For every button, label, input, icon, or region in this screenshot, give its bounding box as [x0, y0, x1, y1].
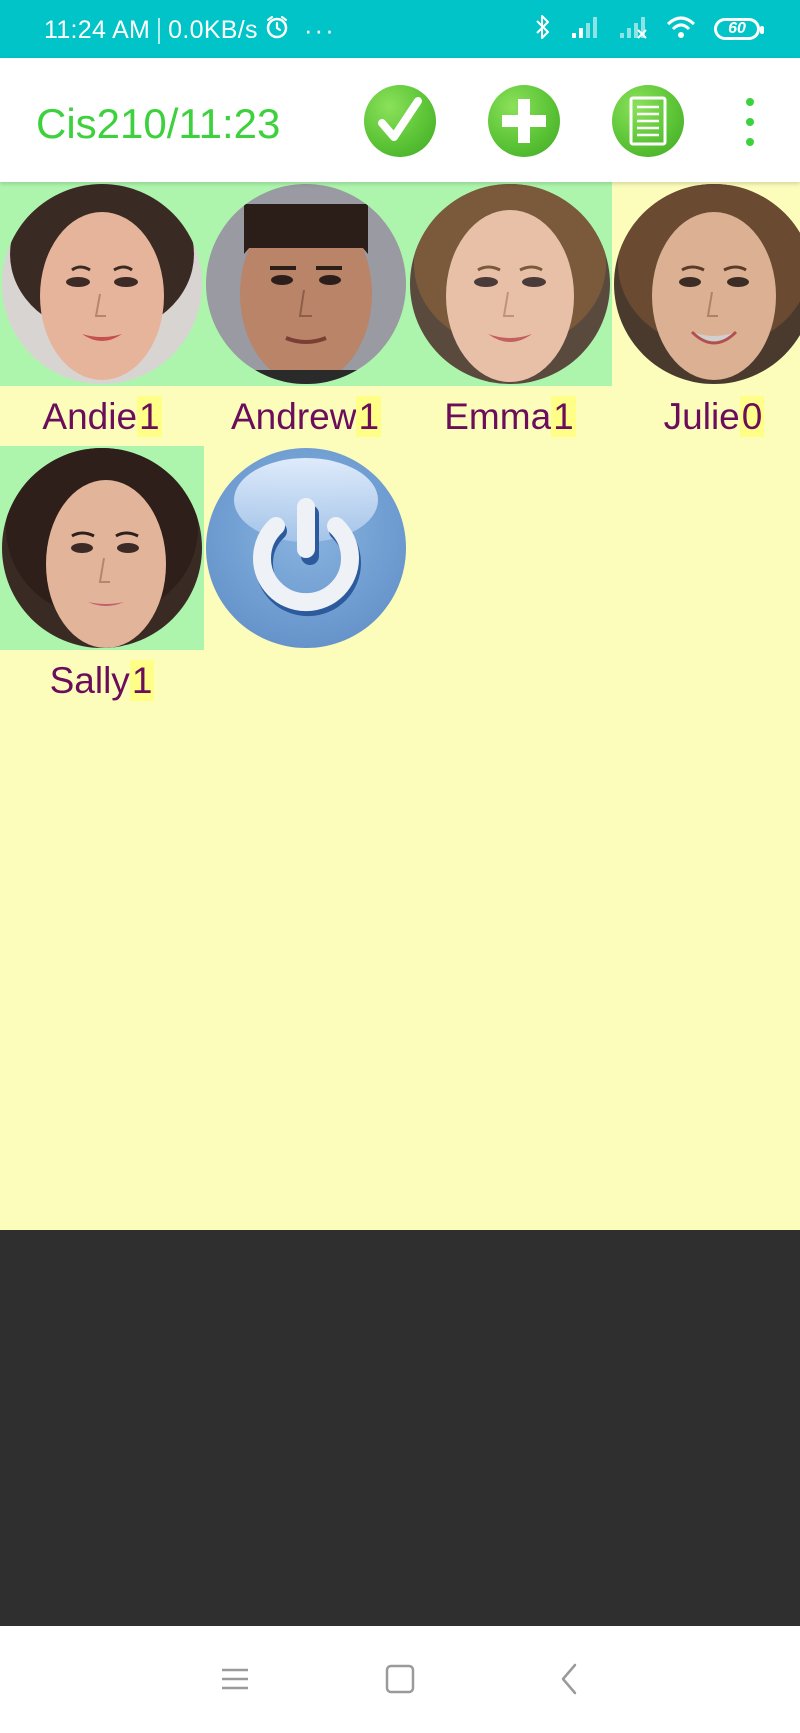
- status-bar: 11:24 AM 0.0KB/s ··· 60: [0, 0, 800, 58]
- student-grid: Andie1 Andrew1 Emma1 Julie0 Sally1: [0, 182, 800, 1230]
- student-tile-andie[interactable]: Andie1: [0, 182, 204, 446]
- home-square-icon: [385, 1664, 415, 1694]
- attendance-count: 0: [739, 396, 765, 437]
- student-photo: [614, 184, 800, 384]
- student-tile-julie[interactable]: Julie0: [612, 182, 800, 446]
- student-name: Andie: [42, 396, 138, 437]
- status-left: 11:24 AM 0.0KB/s ···: [44, 14, 336, 47]
- more-vert-icon[interactable]: [738, 98, 762, 146]
- battery-level: 60: [728, 20, 746, 37]
- list-icon: [629, 96, 667, 146]
- navigation-bar: [0, 1626, 800, 1733]
- bluetooth-icon: [534, 13, 552, 46]
- attendance-count: 1: [551, 396, 576, 437]
- check-button[interactable]: [364, 85, 436, 157]
- add-button[interactable]: [488, 85, 560, 157]
- power-button[interactable]: [206, 448, 406, 648]
- student-label: Andrew1: [204, 396, 408, 438]
- signal-no-service-icon: [618, 15, 648, 44]
- attendance-count: 1: [356, 396, 382, 437]
- add-icon: [502, 99, 546, 143]
- student-photo: [206, 184, 406, 384]
- student-name: Andrew: [230, 396, 357, 437]
- empty-area: [0, 1230, 800, 1626]
- student-name: Emma: [444, 396, 552, 437]
- more-notifications-indicator: ···: [303, 15, 336, 45]
- student-photo: [2, 184, 202, 384]
- student-tile-sally[interactable]: Sally1: [0, 446, 204, 710]
- class-title: Cis210/11:23: [36, 100, 281, 147]
- back-chevron-icon: [561, 1663, 577, 1695]
- status-time: 11:24 AM: [44, 16, 151, 44]
- home-button[interactable]: [375, 1654, 425, 1704]
- menu-icon: [222, 1668, 248, 1690]
- student-photo: [410, 184, 610, 384]
- check-icon: [378, 97, 422, 141]
- signal-icon: [570, 15, 600, 44]
- alarm-icon: [264, 14, 290, 47]
- student-name: Sally: [49, 660, 130, 701]
- student-tile-andrew[interactable]: Andrew1: [204, 182, 408, 446]
- student-label: Julie0: [612, 396, 800, 438]
- status-separator: [158, 17, 161, 44]
- list-button[interactable]: [612, 85, 684, 157]
- student-label: Sally1: [0, 660, 204, 702]
- student-tile-emma[interactable]: Emma1: [408, 182, 612, 446]
- back-button[interactable]: [544, 1654, 594, 1704]
- student-name: Julie: [663, 396, 740, 437]
- student-label: Andie1: [0, 396, 204, 438]
- attendance-count: 1: [129, 660, 155, 701]
- wifi-icon: [666, 15, 696, 44]
- attendance-count: 1: [137, 396, 162, 437]
- status-network-speed: 0.0KB/s: [168, 16, 258, 44]
- battery-icon: 60: [714, 18, 764, 40]
- status-right: 60: [534, 12, 764, 46]
- power-icon: [253, 498, 361, 617]
- student-label: Emma1: [408, 396, 612, 438]
- menu-button[interactable]: [210, 1654, 260, 1704]
- app-bar: Cis210/11:23: [0, 58, 800, 182]
- student-photo: [2, 448, 202, 648]
